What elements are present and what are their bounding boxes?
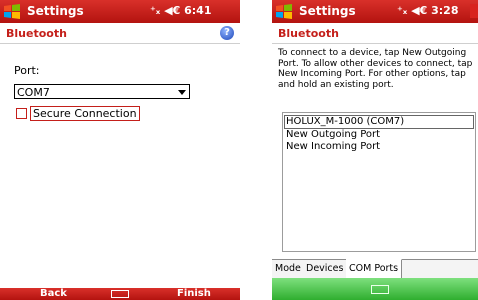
list-item[interactable]: HOLUX_M-1000 (COM7) (284, 115, 474, 129)
chevron-down-icon (178, 90, 186, 95)
back-softkey[interactable]: Back (40, 288, 67, 300)
port-label: Port: (14, 64, 40, 77)
list-item[interactable]: New Incoming Port (283, 141, 475, 153)
ports-list[interactable]: HOLUX_M-1000 (COM7) New Outgoing Port Ne… (282, 112, 476, 252)
secure-connection-checkbox[interactable] (16, 108, 27, 119)
title-text: Settings (299, 4, 356, 18)
right-screen: Settings ⁺ₓ ◀€ 3:28 Bluetooth To connect… (272, 0, 478, 300)
softkey-bar (272, 278, 478, 300)
softkey-bar: Back Finish (0, 288, 240, 300)
page-title: Bluetooth (6, 27, 67, 40)
title-bar: Settings ⁺ₓ ◀€ 3:28 (272, 0, 478, 23)
windows-logo-icon[interactable] (3, 3, 21, 20)
page-header: Bluetooth ? (0, 25, 240, 44)
title-text: Settings (27, 4, 84, 18)
page-title: Bluetooth (278, 27, 339, 40)
port-select[interactable]: COM7 (14, 84, 190, 99)
title-bar: Settings ⁺ₓ ◀€ 6:41 (0, 0, 240, 23)
port-value: COM7 (17, 86, 50, 99)
windows-logo-icon[interactable] (275, 3, 293, 20)
instructions-text: To connect to a device, tap New Outgoing… (278, 48, 473, 90)
secure-connection-label[interactable]: Secure Connection (30, 106, 140, 121)
keyboard-icon[interactable] (111, 290, 129, 298)
status-icons[interactable]: ⁺ₓ ◀€ 3:28 (397, 4, 458, 17)
status-icons[interactable]: ⁺ₓ ◀€ 6:41 (150, 4, 211, 17)
help-icon[interactable]: ? (220, 26, 234, 40)
keyboard-icon[interactable] (371, 285, 389, 294)
finish-softkey[interactable]: Finish (177, 288, 211, 300)
tab-com-ports[interactable]: COM Ports (346, 259, 403, 279)
tab-mode[interactable]: Mode (272, 260, 305, 277)
list-item[interactable]: New Outgoing Port (283, 129, 475, 141)
tab-devices[interactable]: Devices (303, 260, 348, 277)
left-screen: Settings ⁺ₓ ◀€ 6:41 Bluetooth ? Port: CO… (0, 0, 240, 300)
ok-button[interactable] (470, 4, 478, 18)
page-header: Bluetooth (272, 25, 478, 44)
tab-strip: Mode Devices COM Ports (272, 259, 478, 279)
